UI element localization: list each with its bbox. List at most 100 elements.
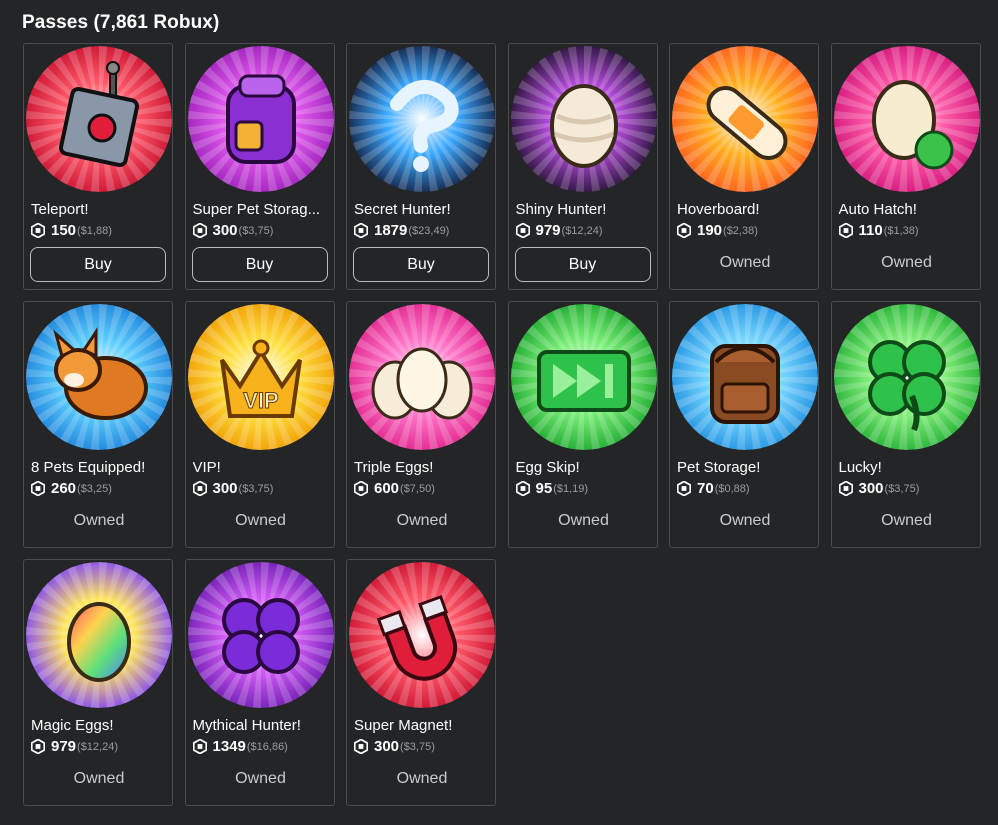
robux-price: 1349: [212, 738, 246, 755]
teleport-remote-icon[interactable]: [26, 46, 172, 192]
owned-label: Owned: [719, 254, 771, 271]
pass-card[interactable]: Magic Eggs! 979 ($12,24) Owned: [23, 559, 173, 806]
triple-eggs-icon[interactable]: [349, 304, 495, 450]
pass-price: 300 ($3,75): [192, 480, 274, 497]
pass-name: Auto Hatch!: [838, 201, 917, 218]
pass-card[interactable]: Auto Hatch! 110 ($1,38) Owned: [830, 43, 981, 290]
usd-price: ($23,49): [408, 224, 450, 237]
buy-button[interactable]: Buy: [30, 247, 166, 282]
owned-label: Owned: [558, 512, 609, 529]
pass-price: 979 ($12,24): [31, 738, 118, 755]
owned-label: Owned: [396, 770, 448, 787]
robux-price: 95: [535, 480, 553, 497]
egg-recycle-icon[interactable]: [833, 46, 980, 192]
usd-price: ($1,19): [553, 482, 589, 495]
pass-card[interactable]: Teleport! 150 ($1,88) Buy: [23, 43, 173, 290]
pass-card[interactable]: Shiny Hunter! 979 ($12,24) Buy: [507, 43, 658, 290]
robux-icon: [31, 481, 45, 496]
robux-icon: [192, 223, 207, 238]
pass-name: Mythical Hunter!: [192, 717, 301, 734]
pass-price: 190 ($2,38): [677, 222, 758, 239]
robux-icon: [354, 481, 368, 496]
owned-label: Owned: [881, 512, 932, 529]
robux-icon: [838, 481, 853, 496]
robux-icon: [515, 481, 530, 496]
usd-price: ($3,75): [238, 224, 274, 237]
robux-price: 979: [51, 738, 77, 755]
robux-icon: [192, 481, 207, 496]
buy-button[interactable]: Buy: [353, 247, 489, 282]
buy-button[interactable]: Buy: [514, 247, 651, 282]
pass-price: 1879 ($23,49): [354, 222, 449, 239]
pass-card[interactable]: VIP VIP! 300 ($3,75) Owned: [184, 301, 335, 548]
usd-price: ($12,24): [561, 224, 603, 237]
pass-card[interactable]: Egg Skip! 95 ($1,19) Owned: [507, 301, 658, 548]
buy-button[interactable]: Buy: [191, 247, 328, 282]
pass-price: 300 ($3,75): [354, 738, 435, 755]
pass-price: 95 ($1,19): [515, 480, 589, 497]
pass-name: Hoverboard!: [677, 201, 760, 218]
page-title: Passes (7,861 Robux): [22, 12, 220, 33]
pass-name: VIP!: [192, 459, 221, 476]
clover-icon[interactable]: [833, 304, 980, 450]
robux-price: 110: [858, 222, 883, 239]
pass-name: Shiny Hunter!: [515, 201, 607, 218]
hoverboard-icon[interactable]: [672, 46, 818, 192]
owned-label: Owned: [73, 512, 125, 529]
usd-price: ($1,88): [77, 224, 112, 237]
pass-price: 300 ($3,75): [192, 222, 274, 239]
robux-icon: [677, 481, 691, 496]
robux-icon: [354, 223, 368, 238]
pass-card[interactable]: Lucky! 300 ($3,75) Owned: [830, 301, 981, 548]
robux-price: 260: [51, 480, 77, 497]
magnet-icon[interactable]: [349, 562, 495, 708]
pass-card[interactable]: Triple Eggs! 600 ($7,50) Owned: [346, 301, 496, 548]
usd-price: ($3,75): [238, 482, 274, 495]
purple-clover-icon[interactable]: [187, 562, 334, 708]
pass-card[interactable]: Hoverboard! 190 ($2,38) Owned: [669, 43, 819, 290]
pass-card[interactable]: Super Pet Storag... 300 ($3,75) Buy: [184, 43, 335, 290]
pass-card[interactable]: Secret Hunter! 1879 ($23,49) Buy: [346, 43, 496, 290]
pass-card[interactable]: Mythical Hunter! 1349 ($16,86) Owned: [184, 559, 335, 806]
pass-price: 110 ($1,38): [838, 222, 919, 239]
pass-card[interactable]: Pet Storage! 70 ($0,88) Owned: [669, 301, 819, 548]
usd-price: ($3,25): [77, 482, 112, 495]
owned-label: Owned: [719, 512, 771, 529]
pass-card[interactable]: 8 Pets Equipped! 260 ($3,25) Owned: [23, 301, 173, 548]
pass-name: 8 Pets Equipped!: [31, 459, 146, 476]
robux-icon: [31, 739, 45, 754]
usd-price: ($3,75): [884, 482, 920, 495]
robux-icon: [677, 223, 691, 238]
question-swirl-icon[interactable]: [349, 46, 495, 192]
vip-crown-icon[interactable]: VIP: [187, 304, 334, 450]
owned-label: Owned: [396, 512, 448, 529]
pass-name: Super Pet Storag...: [192, 201, 321, 218]
shiny-egg-icon[interactable]: [510, 46, 657, 192]
pass-price: 1349 ($16,86): [192, 738, 288, 755]
pass-name: Triple Eggs!: [354, 459, 434, 476]
corgi-pet-icon[interactable]: [26, 304, 172, 450]
usd-price: ($7,50): [400, 482, 435, 495]
fast-forward-icon[interactable]: [510, 304, 657, 450]
usd-price: ($3,75): [400, 740, 435, 753]
pass-card[interactable]: Super Magnet! 300 ($3,75) Owned: [346, 559, 496, 806]
robux-price: 1879: [374, 222, 408, 239]
robux-price: 300: [374, 738, 400, 755]
owned-label: Owned: [235, 770, 286, 787]
robux-price: 300: [212, 222, 238, 239]
robux-price: 300: [858, 480, 884, 497]
pass-name: Teleport!: [31, 201, 89, 218]
pass-name: Super Magnet!: [354, 717, 453, 734]
robux-price: 150: [51, 222, 77, 239]
robux-price: 300: [212, 480, 238, 497]
brown-backpack-icon[interactable]: [672, 304, 818, 450]
robux-price: 70: [697, 480, 714, 497]
rainbow-egg-icon[interactable]: [26, 562, 172, 708]
backpack-icon[interactable]: [187, 46, 334, 192]
passes-grid: Teleport! 150 ($1,88) Buy Super Pet Storag…: [23, 43, 981, 806]
pass-price: 150 ($1,88): [31, 222, 112, 239]
pass-price: 260 ($3,25): [31, 480, 112, 497]
owned-label: Owned: [235, 512, 286, 529]
svg-text:VIP: VIP: [243, 388, 278, 413]
pass-name: Magic Eggs!: [31, 717, 114, 734]
